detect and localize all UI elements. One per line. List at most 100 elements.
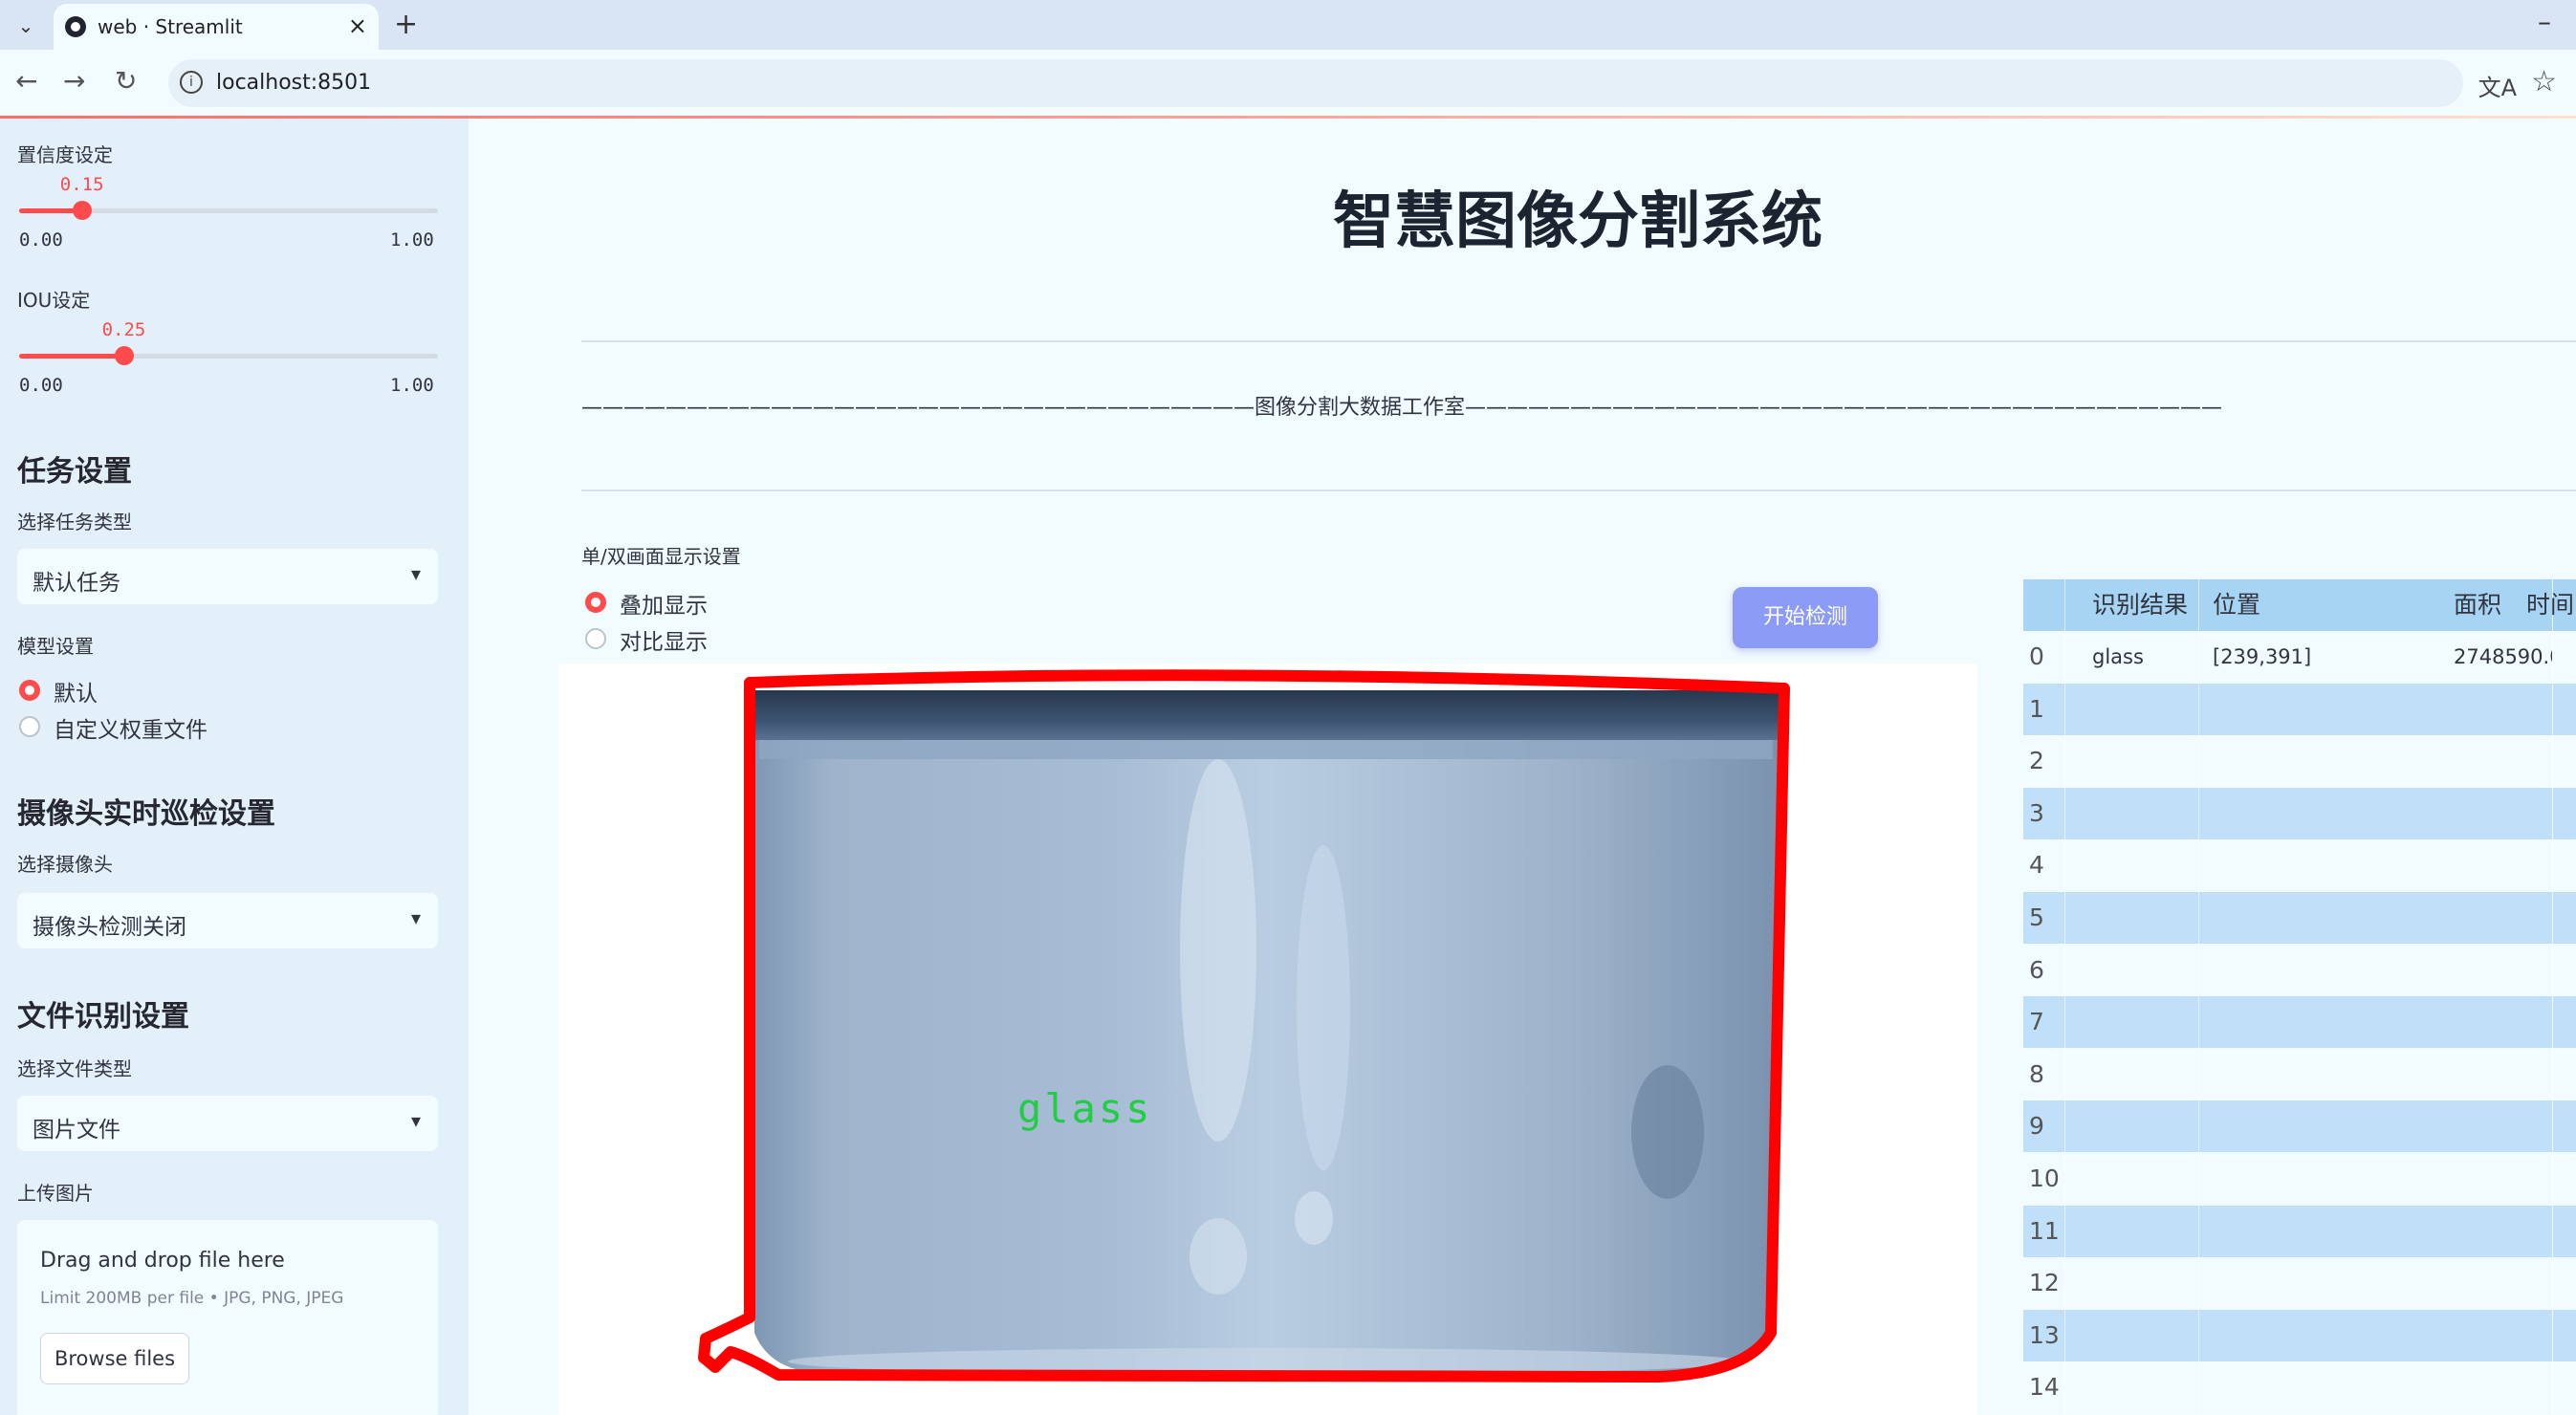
table-row[interactable]: 3 (2023, 787, 2576, 839)
detection-class-label: glass (1017, 1085, 1152, 1132)
iou-slider-thumb[interactable] (114, 346, 134, 365)
task-type-value: 默认任务 (33, 571, 120, 596)
start-detection-button[interactable]: 开始检测 (1733, 587, 1878, 648)
table-row[interactable]: 11 (2023, 1205, 2576, 1257)
cell-time (2511, 788, 2576, 839)
table-row[interactable]: 1 (2023, 683, 2576, 735)
browse-files-button[interactable]: Browse files (40, 1333, 189, 1384)
file-type-label: 选择文件类型 (17, 1057, 132, 1080)
table-row[interactable]: 9 (2023, 1100, 2576, 1153)
display-mode-label: 单/双画面显示设置 (581, 545, 741, 568)
cell-time (2511, 945, 2576, 996)
jar-body (748, 690, 1784, 1375)
confidence-slider-thumb[interactable] (72, 201, 92, 220)
table-row[interactable]: 8 (2023, 1048, 2576, 1100)
row-index: 3 (2023, 787, 2065, 839)
segmentation-result-image: glass (558, 664, 1977, 1415)
header-time[interactable]: 时间 (2511, 579, 2576, 631)
tab-list-dropdown-icon[interactable]: ⌄ (10, 10, 42, 42)
url-field[interactable]: i localhost:8501 (168, 59, 2463, 107)
table-header-row: 识别结果 位置 面积 时间 (2023, 579, 2576, 631)
divider-top (581, 340, 2576, 342)
table-row[interactable]: 12 (2023, 1257, 2576, 1310)
row-index: 10 (2023, 1153, 2065, 1205)
confidence-slider[interactable] (19, 201, 438, 220)
chevron-down-icon: ▾ (410, 562, 421, 585)
table-row[interactable]: 6 (2023, 944, 2576, 996)
translate-icon[interactable]: 文A (2478, 69, 2517, 102)
dropzone-limit-text: Limit 200MB per file • JPG, PNG, JPEG (40, 1289, 344, 1308)
table-row[interactable]: 0glass[239,391]2748590.05 (2023, 631, 2576, 683)
table-row[interactable]: 10 (2023, 1153, 2576, 1205)
cell-time (2511, 1206, 2576, 1257)
results-table: 识别结果 位置 面积 时间 0glass[239,391]2748590.051… (2023, 579, 2576, 1415)
cell-time (2511, 631, 2576, 683)
sidebar: 置信度设定 0.15 0.00 1.00 IOU设定 0.25 0.00 1.0… (0, 119, 469, 1415)
file-type-select[interactable]: 图片文件 ▾ (17, 1096, 438, 1151)
back-arrow-icon[interactable]: ← (15, 65, 37, 97)
row-index: 8 (2023, 1048, 2065, 1100)
table-row[interactable]: 13 (2023, 1309, 2576, 1361)
header-index (2023, 579, 2065, 631)
reload-icon[interactable]: ↻ (115, 65, 137, 97)
task-type-select[interactable]: 默认任务 ▾ (17, 549, 438, 604)
cell-time (2511, 1310, 2576, 1361)
forward-arrow-icon[interactable]: → (63, 65, 85, 97)
cell-result (2065, 1205, 2199, 1257)
iou-slider[interactable] (19, 346, 438, 365)
cell-result (2065, 1048, 2199, 1100)
studio-divider-text: ————————————————————————————————图像分割大数据工… (581, 396, 2223, 420)
upload-image-label: 上传图片 (17, 1182, 94, 1205)
cell-time (2511, 1361, 2576, 1413)
camera-select-label: 选择摄像头 (17, 853, 113, 876)
cell-time (2511, 684, 2576, 735)
radio-unselected-icon[interactable] (19, 716, 40, 737)
table-row[interactable]: 14 (2023, 1361, 2576, 1414)
site-info-icon[interactable]: i (180, 71, 203, 94)
display-option-label: 叠加显示 (620, 594, 708, 619)
table-row[interactable]: 2 (2023, 735, 2576, 788)
file-settings-heading: 文件识别设置 (17, 1000, 189, 1034)
header-result[interactable]: 识别结果 (2065, 579, 2199, 631)
file-type-value: 图片文件 (33, 1118, 120, 1143)
chevron-down-icon: ▾ (410, 906, 421, 929)
table-row[interactable]: 4 (2023, 839, 2576, 892)
radio-selected-icon[interactable] (19, 680, 40, 701)
row-index: 6 (2023, 944, 2065, 996)
cell-result: glass (2065, 631, 2199, 683)
camera-select[interactable]: 摄像头检测关闭 ▾ (17, 893, 438, 948)
chevron-down-icon: ▾ (410, 1109, 421, 1132)
camera-select-value: 摄像头检测关闭 (33, 915, 186, 940)
cell-result (2065, 996, 2199, 1049)
cell-time (2511, 1257, 2576, 1309)
glass-jar-image: glass (698, 669, 1790, 1382)
table-row[interactable]: 5 (2023, 892, 2576, 944)
bookmark-star-icon[interactable]: ☆ (2531, 65, 2557, 98)
cell-time (2511, 1100, 2576, 1152)
row-index: 11 (2023, 1205, 2065, 1257)
cell-result (2065, 1309, 2199, 1361)
radio-unselected-icon[interactable] (585, 628, 606, 649)
row-index: 12 (2023, 1257, 2065, 1310)
model-settings-label: 模型设置 (17, 635, 94, 658)
streamlit-favicon-icon (65, 16, 86, 37)
confidence-label: 置信度设定 (17, 143, 113, 166)
cell-time (2511, 996, 2576, 1048)
task-type-label: 选择任务类型 (17, 511, 132, 533)
file-dropzone[interactable]: Drag and drop file here Limit 200MB per … (17, 1220, 438, 1415)
radio-selected-icon[interactable] (585, 592, 606, 613)
new-tab-icon[interactable]: + (394, 8, 418, 41)
cell-result (2065, 787, 2199, 839)
minimize-window-icon[interactable]: – (2538, 6, 2551, 37)
row-index: 4 (2023, 839, 2065, 892)
address-bar: ← → ↻ i localhost:8501 文A ☆ (0, 50, 2576, 117)
page-title: 智慧图像分割系统 (1333, 186, 1823, 257)
url-text[interactable]: localhost:8501 (216, 71, 371, 95)
row-index: 13 (2023, 1309, 2065, 1361)
cell-result (2065, 1100, 2199, 1153)
browser-tab[interactable]: web · Streamlit × (54, 4, 379, 50)
cell-time (2511, 735, 2576, 787)
tab-close-icon[interactable]: × (348, 12, 367, 39)
confidence-min: 0.00 (19, 229, 63, 250)
table-row[interactable]: 7 (2023, 996, 2576, 1049)
